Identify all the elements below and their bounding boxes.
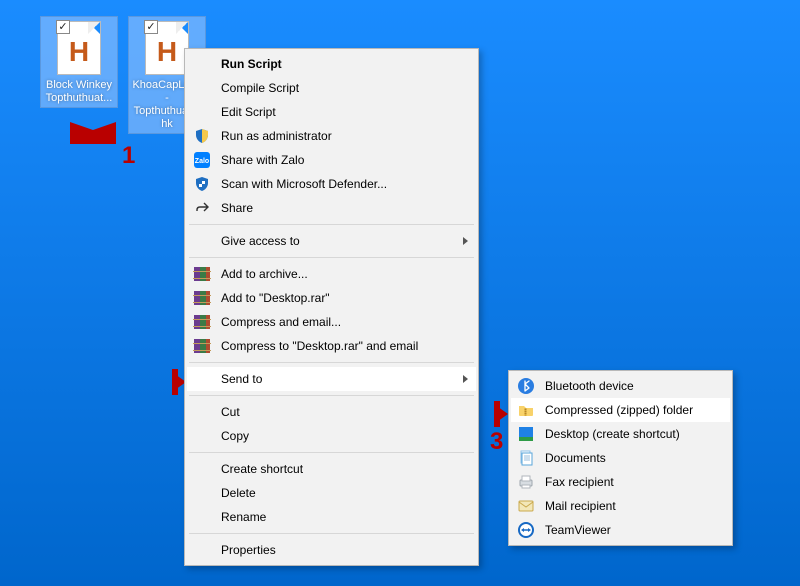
teamviewer-icon bbox=[517, 521, 535, 539]
menu-scan-defender[interactable]: Scan with Microsoft Defender... bbox=[187, 172, 476, 196]
menu-separator bbox=[189, 224, 474, 225]
menu-compile-script[interactable]: Compile Script bbox=[187, 76, 476, 100]
annotation-number-3: 3 bbox=[490, 428, 503, 456]
mail-icon bbox=[517, 497, 535, 515]
submenu-compressed-zip[interactable]: Compressed (zipped) folder bbox=[511, 398, 730, 422]
chevron-right-icon bbox=[463, 237, 468, 245]
submenu-bluetooth[interactable]: Bluetooth device bbox=[511, 374, 730, 398]
menu-add-desktop-rar[interactable]: Add to "Desktop.rar" bbox=[187, 286, 476, 310]
ahk-file-icon: ✓ H bbox=[145, 21, 189, 75]
winrar-icon bbox=[193, 265, 211, 283]
desktop-icon bbox=[517, 425, 535, 443]
desktop-file-1[interactable]: ✓ H Block Winkey Topthuthuat... bbox=[40, 16, 118, 108]
winrar-icon bbox=[193, 337, 211, 355]
winrar-icon bbox=[193, 313, 211, 331]
svg-text:Zalo: Zalo bbox=[195, 158, 209, 165]
bluetooth-icon bbox=[517, 377, 535, 395]
shield-icon bbox=[193, 127, 211, 145]
menu-separator bbox=[189, 257, 474, 258]
menu-copy[interactable]: Copy bbox=[187, 424, 476, 448]
selection-check-icon: ✓ bbox=[56, 20, 70, 34]
share-icon bbox=[193, 199, 211, 217]
context-menu: Run Script Compile Script Edit Script Ru… bbox=[184, 48, 479, 566]
menu-run-script[interactable]: Run Script bbox=[187, 52, 476, 76]
submenu-fax[interactable]: Fax recipient bbox=[511, 470, 730, 494]
ahk-file-icon: ✓ H bbox=[57, 21, 101, 75]
submenu-teamviewer[interactable]: TeamViewer bbox=[511, 518, 730, 542]
sendto-submenu: Bluetooth device Compressed (zipped) fol… bbox=[508, 370, 733, 546]
winrar-icon bbox=[193, 289, 211, 307]
chevron-right-icon bbox=[463, 375, 468, 383]
fax-icon bbox=[517, 473, 535, 491]
submenu-desktop-shortcut[interactable]: Desktop (create shortcut) bbox=[511, 422, 730, 446]
menu-share-zalo[interactable]: Zalo Share with Zalo bbox=[187, 148, 476, 172]
menu-edit-script[interactable]: Edit Script bbox=[187, 100, 476, 124]
zalo-icon: Zalo bbox=[193, 151, 211, 169]
defender-icon bbox=[193, 175, 211, 193]
file-letter: H bbox=[58, 36, 100, 68]
menu-compress-email[interactable]: Compress and email... bbox=[187, 310, 476, 334]
menu-give-access[interactable]: Give access to bbox=[187, 229, 476, 253]
submenu-documents[interactable]: Documents bbox=[511, 446, 730, 470]
documents-icon bbox=[517, 449, 535, 467]
submenu-mail[interactable]: Mail recipient bbox=[511, 494, 730, 518]
menu-delete[interactable]: Delete bbox=[187, 481, 476, 505]
annotation-number-1: 1 bbox=[122, 142, 135, 170]
menu-create-shortcut[interactable]: Create shortcut bbox=[187, 457, 476, 481]
file-label: Block Winkey Topthuthuat... bbox=[43, 79, 115, 105]
menu-separator bbox=[189, 452, 474, 453]
menu-cut[interactable]: Cut bbox=[187, 400, 476, 424]
menu-separator bbox=[189, 533, 474, 534]
menu-properties[interactable]: Properties bbox=[187, 538, 476, 562]
menu-share[interactable]: Share bbox=[187, 196, 476, 220]
desktop: ✓ H Block Winkey Topthuthuat... ✓ H Khoa… bbox=[0, 0, 800, 586]
annotation-arrow-2 bbox=[168, 369, 178, 395]
annotation-arrow-3 bbox=[490, 401, 500, 427]
file-letter: H bbox=[146, 36, 188, 68]
selection-check-icon: ✓ bbox=[144, 20, 158, 34]
menu-send-to[interactable]: Send to bbox=[187, 367, 476, 391]
menu-run-admin[interactable]: Run as administrator bbox=[187, 124, 476, 148]
menu-add-archive[interactable]: Add to archive... bbox=[187, 262, 476, 286]
menu-rename[interactable]: Rename bbox=[187, 505, 476, 529]
annotation-arrow-1 bbox=[70, 130, 116, 144]
menu-separator bbox=[189, 362, 474, 363]
zip-folder-icon bbox=[517, 401, 535, 419]
menu-separator bbox=[189, 395, 474, 396]
menu-compress-desktop-email[interactable]: Compress to "Desktop.rar" and email bbox=[187, 334, 476, 358]
